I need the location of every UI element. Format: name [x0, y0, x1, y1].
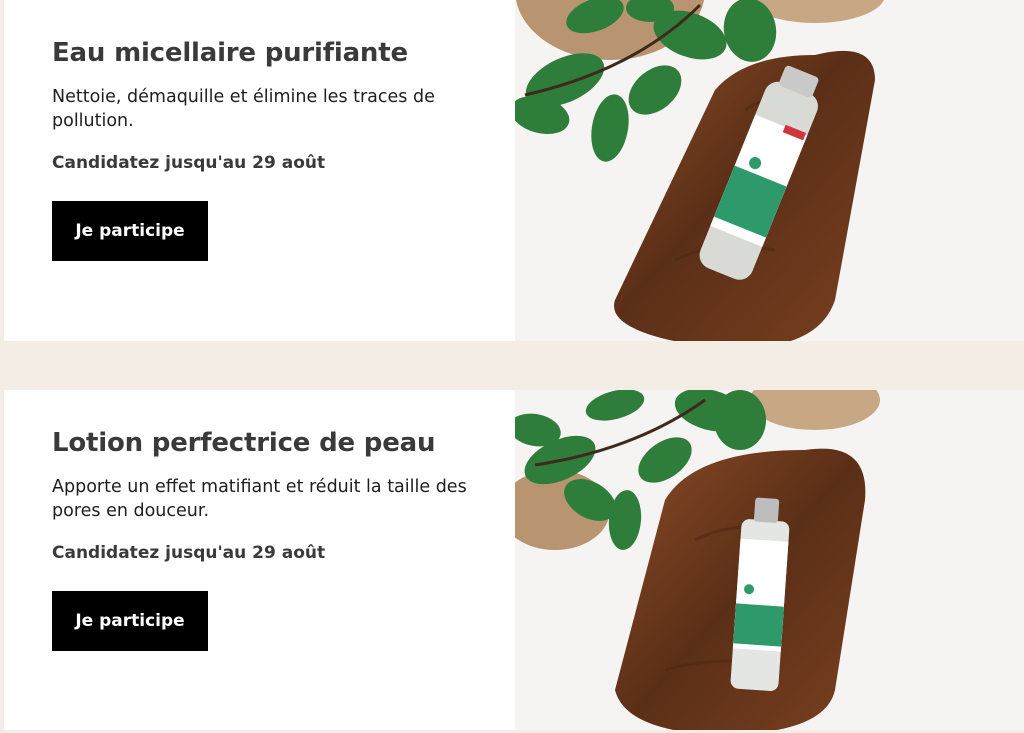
micellar-water-photo-icon	[515, 0, 1024, 341]
product-photo	[515, 0, 1024, 341]
offer-deadline: Candidatez jusqu'au 29 août	[52, 543, 326, 564]
offer-card: Eau micellaire purifiante Nettoie, démaq…	[4, 0, 1024, 341]
offer-deadline: Candidatez jusqu'au 29 août	[52, 153, 326, 174]
offer-card: Lotion perfectrice de peau Apporte un ef…	[4, 390, 1024, 730]
offer-text-block: Lotion perfectrice de peau Apporte un ef…	[52, 428, 472, 652]
offer-title: Lotion perfectrice de peau	[52, 428, 436, 458]
participate-button[interactable]: Je participe	[52, 201, 208, 262]
offer-text-block: Eau micellaire purifiante Nettoie, démaq…	[52, 38, 472, 262]
offer-description: Apporte un effet matifiant et réduit la …	[52, 477, 467, 522]
participate-button[interactable]: Je participe	[52, 591, 208, 652]
offer-description: Nettoie, démaquille et élimine les trace…	[52, 87, 435, 132]
skin-lotion-photo-icon	[515, 390, 1024, 730]
product-photo	[515, 390, 1024, 730]
offer-title: Eau micellaire purifiante	[52, 38, 408, 68]
